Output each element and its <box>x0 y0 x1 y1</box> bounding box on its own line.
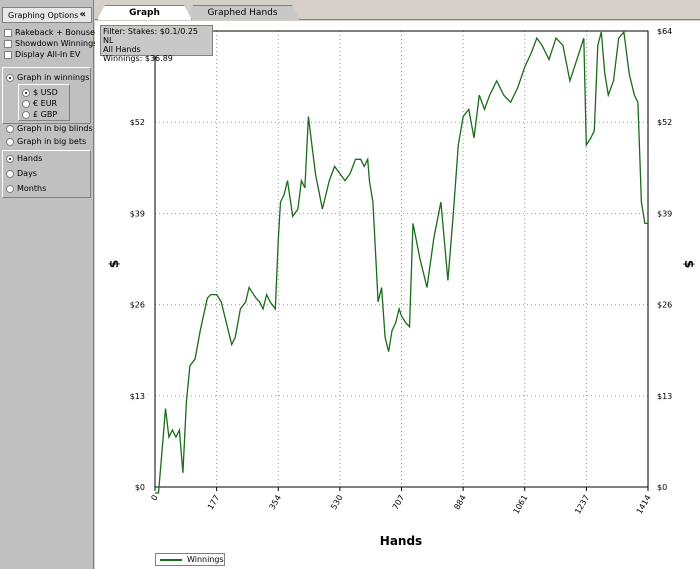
checkbox-label: Display All-In EV <box>15 50 81 59</box>
tab-bar: Graphed Hands Graph <box>95 0 700 20</box>
currency-usd-radio[interactable]: $ USD <box>22 87 58 98</box>
checkbox-box[interactable] <box>4 39 12 48</box>
graphing-options-title: Graphing Options <box>8 11 79 20</box>
filter-hands-text: All Hands <box>103 45 141 54</box>
graphing-options-panel: Graphing Options « Rakeback + Bonuses Sh… <box>0 0 99 569</box>
graph-in-big-bets-radio[interactable]: Graph in big bets <box>6 136 86 147</box>
radio-dot[interactable] <box>22 99 30 108</box>
checkbox-box[interactable] <box>4 50 12 59</box>
radio-dot[interactable] <box>6 154 14 163</box>
legend-swatch <box>160 558 182 561</box>
tab-graphed-hands[interactable]: Graphed Hands <box>185 5 300 20</box>
checkbox-label: Rakeback + Bonuses <box>15 28 100 37</box>
display-allin-ev-checkbox[interactable]: Display All-In EV <box>4 49 80 60</box>
radio-dot[interactable] <box>6 169 14 178</box>
filter-summary-box: Filter: Stakes: $0.1/0.25 NL All Hands W… <box>100 25 213 63</box>
radio-dot[interactable] <box>22 88 30 97</box>
radio-label: Graph in big bets <box>17 137 87 146</box>
radio-label: Graph in winnings <box>17 73 90 82</box>
radio-label: Graph in big blinds <box>17 124 93 133</box>
filter-winnings-text: Winnings: $36.89 <box>103 54 173 63</box>
x-unit-hands-radio[interactable]: Hands <box>6 153 42 164</box>
x-unit-days-radio[interactable]: Days <box>6 168 37 179</box>
graph-in-big-blinds-radio[interactable]: Graph in big blinds <box>6 123 93 134</box>
showdown-winnings-checkbox[interactable]: Showdown Winnings <box>4 38 97 49</box>
radio-dot[interactable] <box>6 124 14 133</box>
radio-dot[interactable] <box>6 184 14 193</box>
x-unit-months-radio[interactable]: Months <box>6 183 46 194</box>
legend-label: Winnings <box>187 555 224 564</box>
radio-dot[interactable] <box>22 110 30 119</box>
radio-label: Hands <box>17 154 43 163</box>
radio-label: £ GBP <box>33 110 58 119</box>
collapse-panel-icon[interactable]: « <box>80 9 86 20</box>
currency-eur-radio[interactable]: € EUR <box>22 98 57 109</box>
radio-label: € EUR <box>33 99 58 108</box>
radio-label: Days <box>17 169 37 178</box>
checkbox-box[interactable] <box>4 28 12 37</box>
graph-in-winnings-radio[interactable]: Graph in winnings <box>6 72 89 83</box>
checkbox-label: Showdown Winnings <box>15 39 98 48</box>
radio-dot[interactable] <box>6 137 14 146</box>
rakeback-bonuses-checkbox[interactable]: Rakeback + Bonuses <box>4 27 99 38</box>
tab-graph[interactable]: Graph <box>97 5 192 20</box>
radio-label: Months <box>17 184 47 193</box>
radio-label: $ USD <box>33 88 58 97</box>
radio-dot[interactable] <box>6 73 14 82</box>
currency-gbp-radio[interactable]: £ GBP <box>22 109 57 120</box>
filter-stakes-text: Filter: Stakes: $0.1/0.25 NL <box>103 27 199 45</box>
chart-legend: Winnings <box>155 553 225 566</box>
graph-panel <box>95 21 700 569</box>
graphing-options-header: Graphing Options « <box>2 7 92 23</box>
